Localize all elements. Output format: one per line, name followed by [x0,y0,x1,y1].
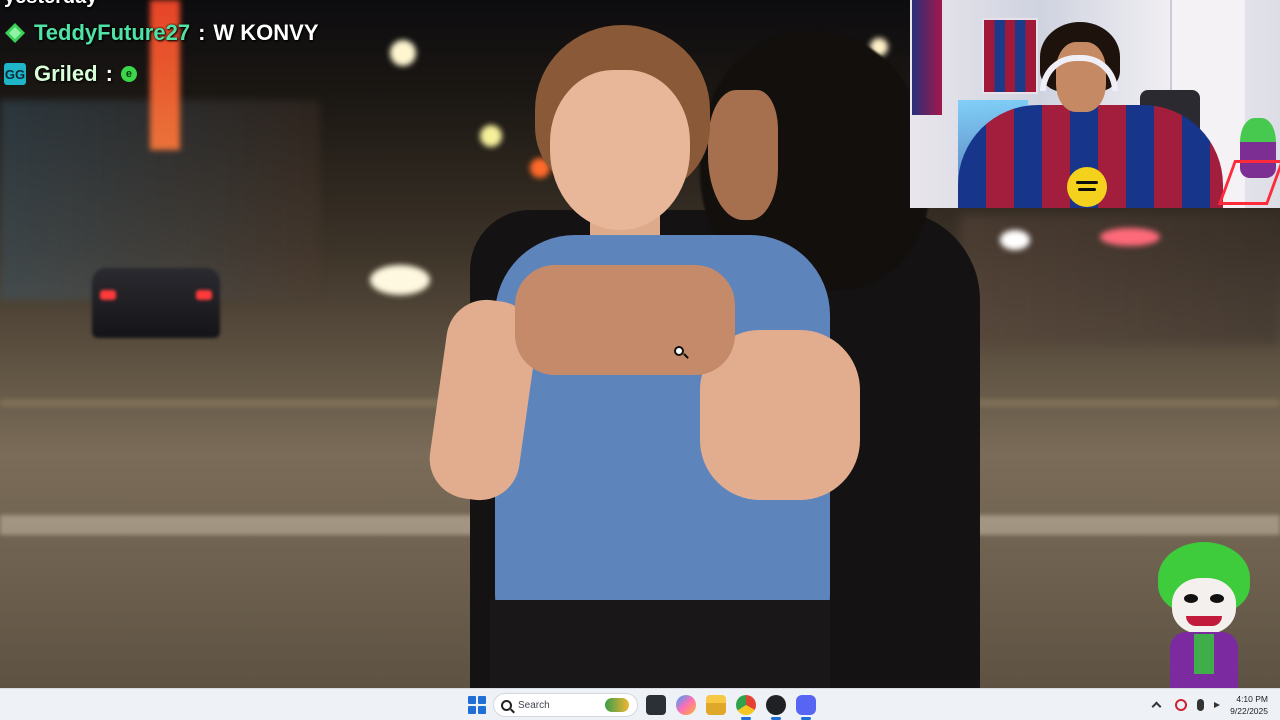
search-placeholder: Search [518,699,550,711]
obs-icon[interactable] [766,695,786,720]
shop-light [1100,228,1160,246]
clock[interactable]: 4:10 PM 9/22/2025 [1230,693,1280,717]
terminal-icon[interactable] [646,695,666,715]
file-explorer-icon[interactable] [706,695,726,715]
taskbar-search[interactable]: Search [493,693,638,717]
search-icon [501,699,512,711]
chat-username[interactable]: TeddyFuture27 [34,20,190,46]
shop-light [1000,230,1030,250]
microphone-icon[interactable] [1197,699,1205,711]
emote-icon: e [120,66,137,82]
street-light [480,125,502,147]
chevron-up-icon[interactable] [1151,699,1165,712]
chat-separator: : [105,61,113,86]
headlights [370,265,430,295]
barcelona-flag [912,0,942,115]
hands [515,265,735,375]
parked-car [92,268,220,338]
chrome-icon[interactable] [736,695,756,720]
chat-text: W KONVY [213,20,319,45]
framed-jersey [982,18,1038,94]
chat-message: GG Griled : e [4,60,137,88]
taskbar: Search 4:10 PM 9/22/2025 [0,688,1280,720]
clock-date: 9/22/2025 [1230,706,1268,716]
chat-username[interactable]: Griled [34,61,98,87]
zoom-cursor-icon [674,346,684,356]
gg-badge-icon: GG [4,63,26,85]
start-button[interactable] [468,696,486,714]
spotify-logo-icon [1067,167,1107,207]
security-icon[interactable] [1175,699,1188,711]
copilot-icon[interactable] [676,695,696,715]
man-face [708,90,778,220]
system-tray: 4:10 PM 9/22/2025 [1151,689,1280,720]
chat-message-partial: yesterday [4,0,97,8]
street-light [390,40,416,66]
discord-icon[interactable] [796,695,816,720]
woman-face [550,70,690,230]
chat-message: TeddyFuture27 : W KONVY [4,19,319,47]
diamond-badge-icon [5,23,25,43]
clock-time: 4:10 PM [1236,694,1268,704]
search-highlight-icon [605,698,629,712]
woman-legs [490,600,830,688]
chat-separator: : [198,20,206,45]
volume-icon[interactable] [1214,702,1221,708]
